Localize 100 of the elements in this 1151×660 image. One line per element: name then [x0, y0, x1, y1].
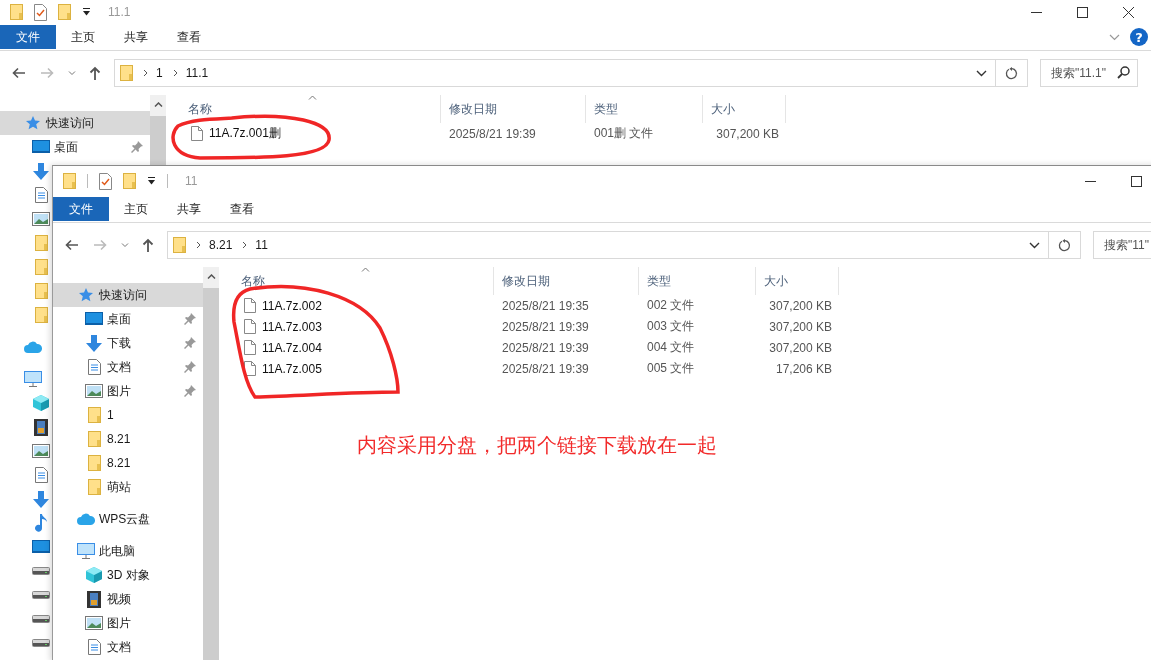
address-bar[interactable]: 1 11.1: [114, 59, 1028, 87]
close-icon[interactable]: [1123, 6, 1134, 18]
nav-label: 快速访问: [99, 286, 147, 304]
column-header[interactable]: 类型: [586, 95, 703, 123]
file-name[interactable]: 11A.7z.005: [262, 361, 322, 376]
nav-item[interactable]: 图片: [53, 379, 203, 403]
column-header[interactable]: 类型: [639, 267, 756, 295]
nav-item[interactable]: 此电脑: [53, 539, 203, 563]
maximize-icon[interactable]: [1077, 6, 1088, 18]
nav-label: 此电脑: [99, 542, 135, 560]
window-title: 11: [185, 174, 198, 188]
chevron-right-icon[interactable]: [242, 241, 248, 249]
breadcrumb[interactable]: 11: [255, 238, 268, 252]
chevron-right-icon[interactable]: [172, 69, 178, 77]
music-note-icon: [32, 514, 50, 532]
breadcrumb[interactable]: 1: [156, 66, 163, 80]
folder-icon: [32, 235, 50, 251]
column-header[interactable]: 名称: [166, 95, 441, 123]
help-button[interactable]: ?: [1130, 28, 1148, 46]
ribbon-tab[interactable]: 查看: [162, 25, 215, 49]
nav-item[interactable]: WPS云盘: [53, 507, 203, 531]
search-icon[interactable]: [1117, 66, 1130, 79]
file-icon: [244, 319, 256, 334]
column-header[interactable]: 修改日期: [441, 95, 586, 123]
minimize-icon[interactable]: [1031, 11, 1042, 13]
refresh-icon[interactable]: [1005, 66, 1018, 80]
back-icon[interactable]: [12, 67, 26, 79]
file-type: 005 文件: [647, 360, 695, 377]
folder-icon: [85, 431, 103, 447]
nav-item[interactable]: 8.21: [53, 451, 203, 475]
nav-label: 视频: [107, 590, 131, 608]
nav-item[interactable]: 下载: [53, 331, 203, 355]
chevron-right-icon[interactable]: [196, 241, 201, 249]
file-name[interactable]: 11A.7z.003: [262, 319, 322, 334]
ribbon-tab[interactable]: 共享: [109, 25, 162, 49]
nav-item[interactable]: 8.21: [53, 427, 203, 451]
nav-item[interactable]: 文档: [53, 635, 203, 659]
maximize-icon[interactable]: [1131, 175, 1142, 187]
chevron-down-icon[interactable]: [976, 69, 987, 77]
file-size: 307,200 KB: [769, 340, 832, 355]
ribbon-tab[interactable]: 主页: [56, 25, 109, 49]
ribbon-tab[interactable]: 查看: [215, 197, 268, 221]
scrollbar-thumb[interactable]: [203, 288, 219, 660]
nav-item[interactable]: 1: [53, 403, 203, 427]
file-icon: [244, 361, 256, 376]
down-arrow-icon: [32, 490, 50, 508]
file-name[interactable]: 11A.7z.004: [262, 340, 322, 355]
breadcrumb[interactable]: 8.21: [209, 238, 233, 252]
back-icon[interactable]: [65, 239, 79, 251]
nav-item[interactable]: 快速访问: [53, 283, 203, 307]
chevron-down-icon[interactable]: [1029, 241, 1040, 249]
folder-icon: [32, 283, 50, 299]
chevron-right-icon[interactable]: [143, 69, 148, 77]
scroll-up-icon[interactable]: [206, 274, 216, 279]
column-header[interactable]: 大小: [756, 267, 839, 295]
nav-item[interactable]: 文档: [53, 355, 203, 379]
nav-item[interactable]: 3D 对象: [53, 563, 203, 587]
cube-icon: [32, 395, 50, 411]
down-arrow-icon: [85, 334, 103, 352]
caret-up-icon: [308, 95, 317, 100]
search-field[interactable]: 搜索"11": [1093, 231, 1151, 259]
nav-item[interactable]: 萌站: [53, 475, 203, 499]
folder-icon: [173, 237, 186, 253]
nav-label: 1: [107, 408, 114, 422]
address-bar[interactable]: 8.21 11: [167, 231, 1081, 259]
column-header[interactable]: 修改日期: [494, 267, 639, 295]
refresh-icon[interactable]: [1058, 238, 1071, 252]
file-type: 002 文件: [647, 297, 695, 314]
nav-item[interactable]: 视频: [53, 587, 203, 611]
file-name[interactable]: 11A.7z.002: [262, 298, 322, 313]
column-header[interactable]: 名称: [219, 267, 494, 295]
cloud-icon: [77, 513, 95, 525]
dropdown-icon[interactable]: [82, 8, 91, 16]
picture-icon: [85, 384, 103, 398]
drive-icon: [32, 639, 50, 647]
modified-date: 2025/8/21 19:39: [449, 126, 536, 141]
star-icon: [24, 115, 42, 131]
nav-item[interactable]: 图片: [53, 611, 203, 635]
down-arrow-icon: [32, 162, 50, 180]
drive-icon: [32, 615, 50, 623]
nav-item[interactable]: 快速访问: [0, 111, 150, 135]
scroll-up-icon[interactable]: [153, 102, 163, 107]
nav-label: 桌面: [54, 138, 78, 156]
drive-icon: [32, 567, 50, 575]
nav-item[interactable]: 桌面: [0, 135, 150, 159]
file-name[interactable]: 11A.7z.001删: [209, 125, 281, 142]
up-arrow-icon[interactable]: [141, 238, 155, 252]
breadcrumb[interactable]: 11.1: [185, 66, 209, 80]
ribbon-tab[interactable]: 共享: [162, 197, 215, 221]
column-header[interactable]: 大小: [703, 95, 786, 123]
file-type: 004 文件: [647, 339, 695, 356]
search-field[interactable]: 搜索"11.1": [1040, 59, 1138, 87]
minimize-icon[interactable]: [1085, 180, 1096, 182]
dropdown-icon[interactable]: [147, 177, 156, 185]
ribbon-tab[interactable]: 主页: [109, 197, 162, 221]
checklist-icon[interactable]: [34, 3, 47, 21]
up-arrow-icon[interactable]: [88, 66, 102, 80]
checklist-icon[interactable]: [99, 172, 112, 190]
nav-item[interactable]: 桌面: [53, 307, 203, 331]
monitor-icon: [32, 540, 50, 554]
